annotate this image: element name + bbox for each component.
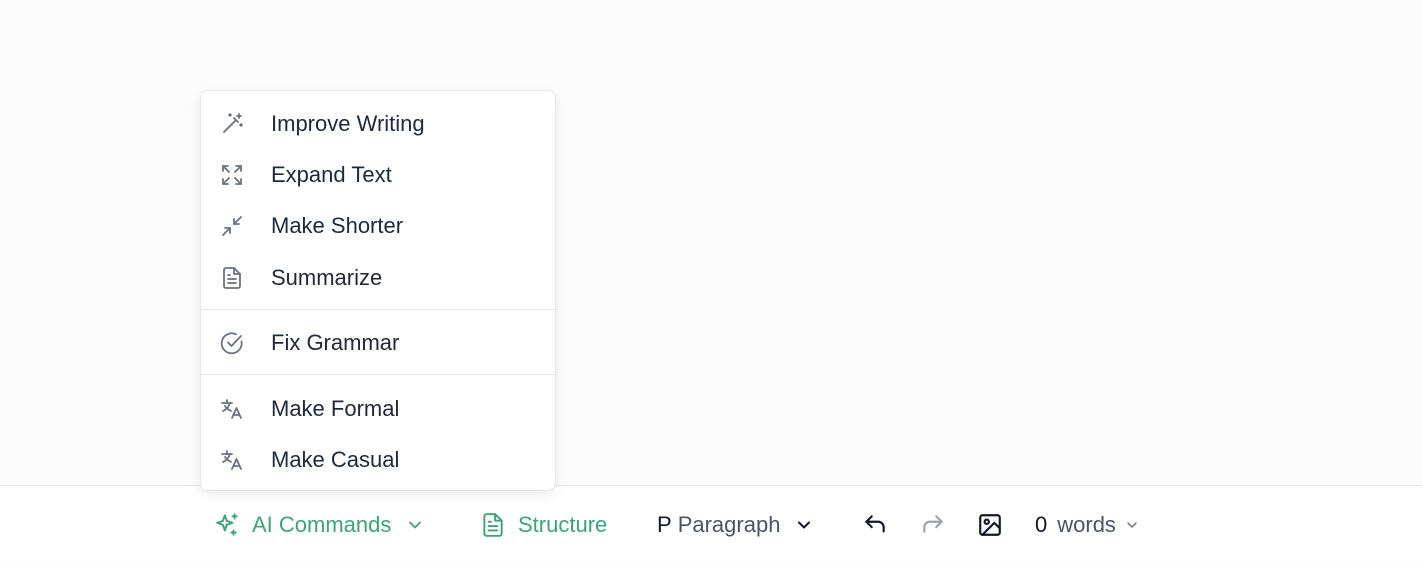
shrink-icon [220,214,244,238]
translate-icon [220,397,244,421]
chevron-down-icon [1124,517,1140,533]
ai-commands-button[interactable]: AI Commands [214,486,425,563]
menu-item-summarize[interactable]: Summarize [201,256,555,300]
word-count-dropdown[interactable]: 0 words [1035,486,1140,563]
menu-item-fix-grammar[interactable]: Fix Grammar [201,321,555,365]
structure-label: Structure [518,511,608,537]
undo-button[interactable] [862,486,888,563]
block-type-dropdown[interactable]: P Paragraph [657,486,814,563]
menu-item-make-casual[interactable]: Make Casual [201,438,555,482]
menu-item-make-shorter[interactable]: Make Shorter [201,204,555,248]
block-type-prefix: P [657,511,672,537]
menu-divider [201,374,555,375]
bottom-toolbar: AI Commands Structure P Paragraph 0 word… [0,485,1422,562]
menu-item-label: Make Shorter [271,213,404,238]
menu-item-label: Fix Grammar [271,330,400,355]
menu-item-make-formal[interactable]: Make Formal [201,387,555,431]
sparkles-icon [214,512,240,538]
menu-item-label: Summarize [271,265,383,290]
menu-divider [201,309,555,310]
word-count-label: words [1057,511,1116,537]
magic-wand-icon [220,112,244,136]
redo-icon [920,512,946,538]
structure-button[interactable]: Structure [480,486,607,563]
undo-icon [862,512,888,538]
chevron-down-icon [405,515,425,535]
image-icon [977,512,1003,538]
document-icon [480,512,506,538]
translate-icon [220,448,244,472]
ai-commands-label: AI Commands [252,511,392,537]
menu-item-label: Expand Text [271,162,392,187]
menu-item-label: Make Formal [271,396,400,421]
block-type-label: Paragraph [677,511,781,537]
menu-item-label: Improve Writing [271,111,425,136]
document-icon [220,266,244,290]
ai-commands-menu: Improve Writing Expand Text Make Shorter [200,90,556,491]
chevron-down-icon [794,515,814,535]
check-circle-icon [220,331,244,355]
insert-image-button[interactable] [977,486,1003,563]
menu-item-label: Make Casual [271,447,400,472]
word-count-value: 0 [1035,511,1048,537]
redo-button[interactable] [920,486,946,563]
menu-item-expand-text[interactable]: Expand Text [201,153,555,197]
menu-item-improve-writing[interactable]: Improve Writing [201,102,555,146]
expand-icon [220,163,244,187]
